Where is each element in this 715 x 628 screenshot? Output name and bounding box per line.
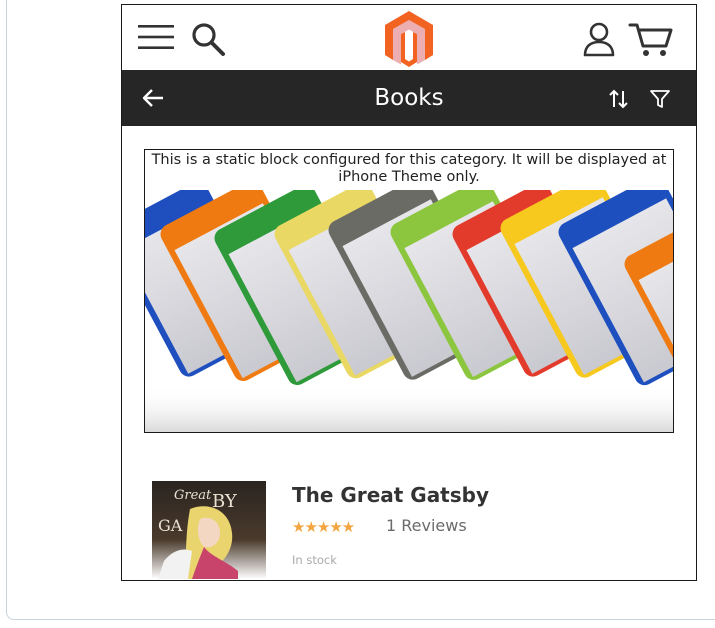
stock-status: In stock (292, 553, 337, 567)
store-logo[interactable] (383, 9, 435, 69)
filter-button[interactable] (649, 88, 671, 110)
shopping-cart-icon (628, 23, 673, 56)
cart-button[interactable] (628, 21, 674, 59)
svg-text:GA: GA (158, 516, 183, 535)
top-header (122, 5, 696, 70)
rating-stars: ★★★★★ (292, 518, 355, 536)
search-button[interactable] (190, 21, 226, 57)
svg-text:Great: Great (174, 488, 212, 503)
search-icon (192, 23, 225, 56)
product-name-link[interactable]: The Great Gatsby (292, 483, 489, 507)
static-block-text: This is a static block configured for th… (151, 152, 667, 185)
category-static-block: This is a static block configured for th… (144, 149, 674, 433)
great-gatsby-cover-image[interactable]: Great BY GA (152, 481, 266, 579)
colorful-books-banner-image (145, 190, 673, 432)
sort-arrows-icon (609, 89, 628, 109)
hamburger-menu-icon (138, 25, 174, 49)
magento-logo-icon (385, 11, 433, 67)
arrow-left-icon (142, 89, 163, 107)
account-button[interactable] (582, 21, 616, 57)
filter-funnel-icon (650, 90, 670, 108)
sort-button[interactable] (608, 88, 630, 110)
user-account-icon (583, 22, 615, 57)
back-button[interactable] (142, 86, 166, 110)
mobile-viewport: Books This is a static block configured … (121, 4, 697, 581)
menu-button[interactable] (138, 23, 174, 51)
reviews-link[interactable]: 1 Reviews (386, 516, 467, 535)
product-item: Great BY GA The Great Gatsby ★★★★★ 1 Rev… (122, 475, 696, 580)
category-bar: Books (122, 70, 696, 126)
